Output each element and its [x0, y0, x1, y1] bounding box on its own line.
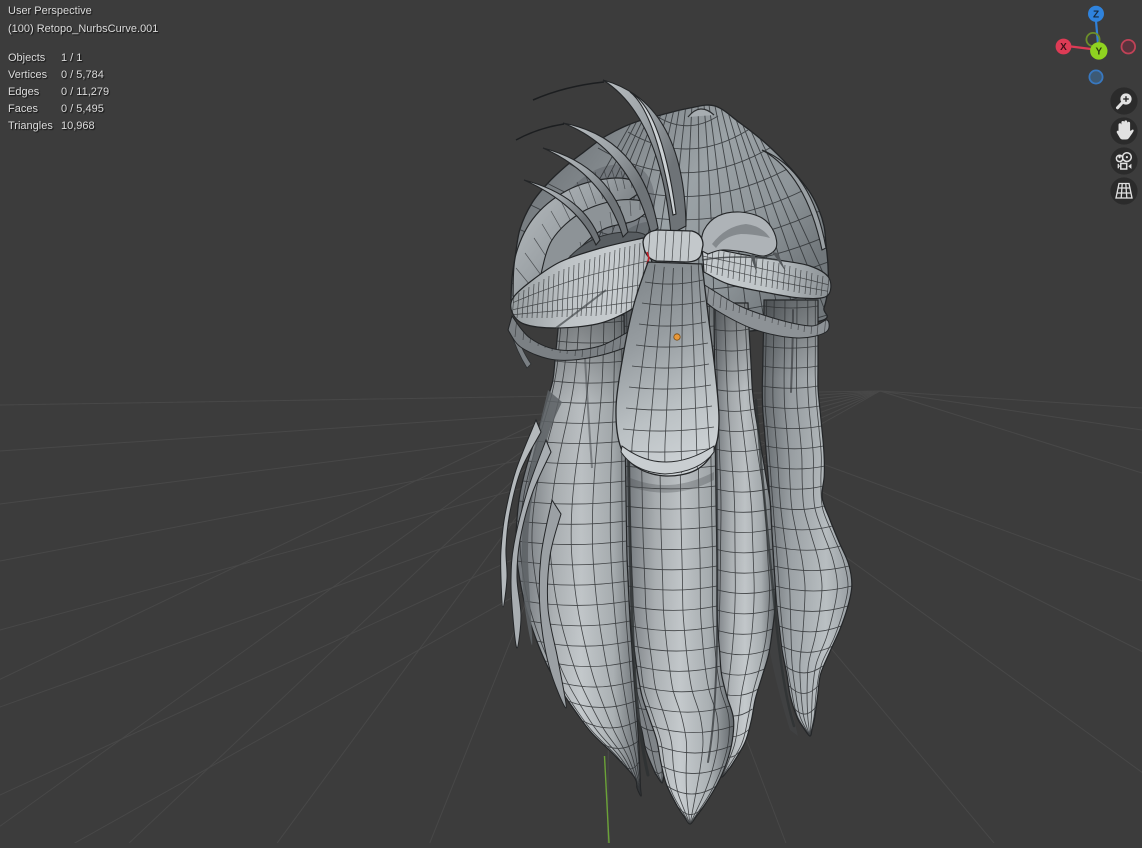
- svg-text:Y: Y: [1095, 47, 1102, 58]
- svg-text:X: X: [1060, 42, 1067, 53]
- svg-text:Z: Z: [1093, 10, 1099, 21]
